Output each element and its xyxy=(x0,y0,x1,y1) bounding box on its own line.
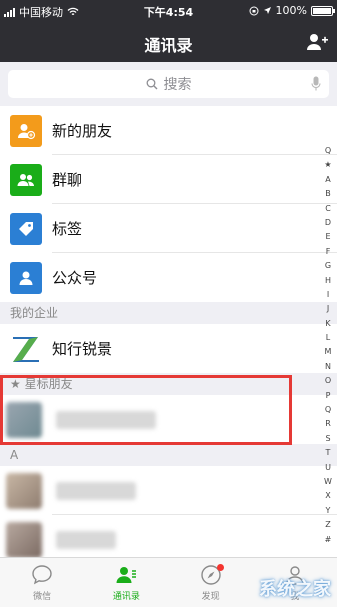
rotation-lock-icon xyxy=(249,6,259,15)
index-letter[interactable]: X xyxy=(325,489,330,503)
new-friends-row[interactable]: 新的朋友 xyxy=(0,106,337,155)
tab-chats[interactable]: 微信 xyxy=(0,558,84,607)
index-letter[interactable]: I xyxy=(327,288,329,302)
row-label: 群聊 xyxy=(52,171,83,189)
search-placeholder: 搜索 xyxy=(163,77,192,93)
tab-label: 微信 xyxy=(33,592,52,602)
index-letter[interactable]: U xyxy=(325,461,331,475)
add-contact-icon[interactable] xyxy=(305,30,329,54)
group-chat-row[interactable]: 群聊 xyxy=(0,155,337,204)
enterprise-row[interactable]: 知行锐景 xyxy=(0,324,337,373)
tab-contacts[interactable]: 通讯录 xyxy=(84,558,168,607)
nav-bar: 通讯录 xyxy=(0,22,337,62)
search-input[interactable]: 搜索 xyxy=(8,70,329,98)
index-letter[interactable]: ★ xyxy=(324,158,331,172)
index-letter[interactable]: # xyxy=(325,533,332,547)
contact-name-redacted xyxy=(56,410,156,429)
index-letter[interactable]: O xyxy=(325,374,331,388)
index-letter[interactable]: G xyxy=(325,259,331,273)
page-title: 通讯录 xyxy=(144,36,193,55)
chat-icon xyxy=(32,565,52,585)
contact-name-redacted xyxy=(56,481,136,500)
index-letter[interactable]: F xyxy=(326,245,331,259)
official-account-icon xyxy=(10,261,42,294)
starred-contact-row[interactable] xyxy=(0,395,337,444)
index-letter[interactable]: H xyxy=(325,274,331,288)
new-friends-icon xyxy=(10,114,42,147)
enterprise-logo xyxy=(10,332,42,365)
section-header-a: A xyxy=(0,444,337,466)
index-letter[interactable]: E xyxy=(325,230,330,244)
index-letter[interactable]: A xyxy=(325,173,330,187)
index-letter[interactable]: K xyxy=(325,317,330,331)
location-icon xyxy=(263,7,271,14)
index-letter[interactable]: Z xyxy=(325,518,330,532)
search-bar: 搜索 xyxy=(0,62,337,106)
index-letter[interactable]: Q xyxy=(325,403,331,417)
index-letter[interactable]: N xyxy=(325,360,331,374)
index-letter[interactable]: Q xyxy=(325,144,331,158)
avatar xyxy=(6,472,42,509)
index-letter[interactable]: T xyxy=(326,446,331,460)
index-letter[interactable]: P xyxy=(326,389,331,403)
starred-header-label: 星标朋友 xyxy=(24,377,73,391)
watermark-logo: 系统之家 xyxy=(259,579,331,600)
enterprise-name: 知行锐景 xyxy=(52,340,113,358)
index-letter[interactable]: D xyxy=(325,216,331,230)
tags-row[interactable]: 标签 xyxy=(0,204,337,253)
contact-list: 新的朋友 群聊 标签 公众号 我的企业 知行锐景 ★ 星标朋友 A xyxy=(0,106,337,564)
index-letter[interactable]: W xyxy=(324,475,332,489)
row-label: 标签 xyxy=(52,220,83,238)
index-letter[interactable]: Y xyxy=(326,504,331,518)
battery-percent: 100% xyxy=(275,4,307,17)
index-letter[interactable]: J xyxy=(327,302,329,316)
avatar xyxy=(6,521,42,558)
index-letter[interactable]: B xyxy=(325,187,331,201)
notification-badge xyxy=(216,564,224,571)
index-letter[interactable]: R xyxy=(325,417,331,431)
alphabet-index[interactable]: Q ★ A B C D E F G H I J K L M N O P Q R S T U W X Y Z # xyxy=(321,144,335,547)
section-header-enterprise: 我的企业 xyxy=(0,302,337,324)
index-letter[interactable]: L xyxy=(326,331,330,345)
microphone-icon[interactable] xyxy=(311,76,321,92)
contacts-icon xyxy=(116,567,137,583)
battery-icon xyxy=(311,5,335,16)
official-accounts-row[interactable]: 公众号 xyxy=(0,253,337,302)
search-icon xyxy=(146,78,157,90)
contact-row[interactable] xyxy=(0,466,337,515)
row-label: 公众号 xyxy=(52,269,98,287)
status-bar: 中国移动 下午4:54 100% xyxy=(0,0,337,22)
tab-discover[interactable]: 发现 xyxy=(169,558,253,607)
index-letter[interactable]: M xyxy=(325,345,332,359)
row-label: 新的朋友 xyxy=(52,122,113,140)
tag-icon xyxy=(10,212,42,245)
tab-label: 发现 xyxy=(201,592,220,602)
avatar xyxy=(6,401,42,438)
tab-label: 通讯录 xyxy=(112,592,140,602)
group-chat-icon xyxy=(10,163,42,196)
contact-name-redacted xyxy=(56,530,116,549)
status-right: 100% xyxy=(249,4,335,17)
index-letter[interactable]: S xyxy=(325,432,330,446)
section-header-starred: ★ 星标朋友 xyxy=(0,373,337,395)
index-letter[interactable]: C xyxy=(325,202,331,216)
